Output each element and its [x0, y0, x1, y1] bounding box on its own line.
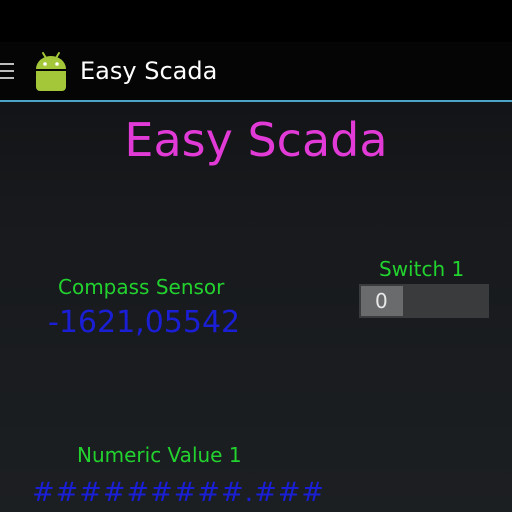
- compass-sensor-label: Compass Sensor: [58, 275, 225, 299]
- page-title: Easy Scada: [124, 113, 388, 167]
- switch-1-label: Switch 1: [379, 257, 465, 281]
- status-bar: [0, 0, 512, 42]
- action-bar-divider: [0, 100, 512, 102]
- hamburger-menu-icon[interactable]: [0, 61, 14, 81]
- android-robot-icon[interactable]: [30, 50, 72, 92]
- numeric-value-1-label: Numeric Value 1: [77, 443, 242, 467]
- switch-1-thumb[interactable]: 0: [361, 286, 403, 316]
- compass-sensor-value: -1621,05542: [48, 305, 241, 340]
- screen: Easy Scada Easy Scada Compass Sensor -16…: [0, 0, 512, 512]
- app-title: Easy Scada: [80, 57, 218, 85]
- action-bar: [0, 42, 512, 100]
- numeric-value-1: #########.###: [32, 477, 326, 508]
